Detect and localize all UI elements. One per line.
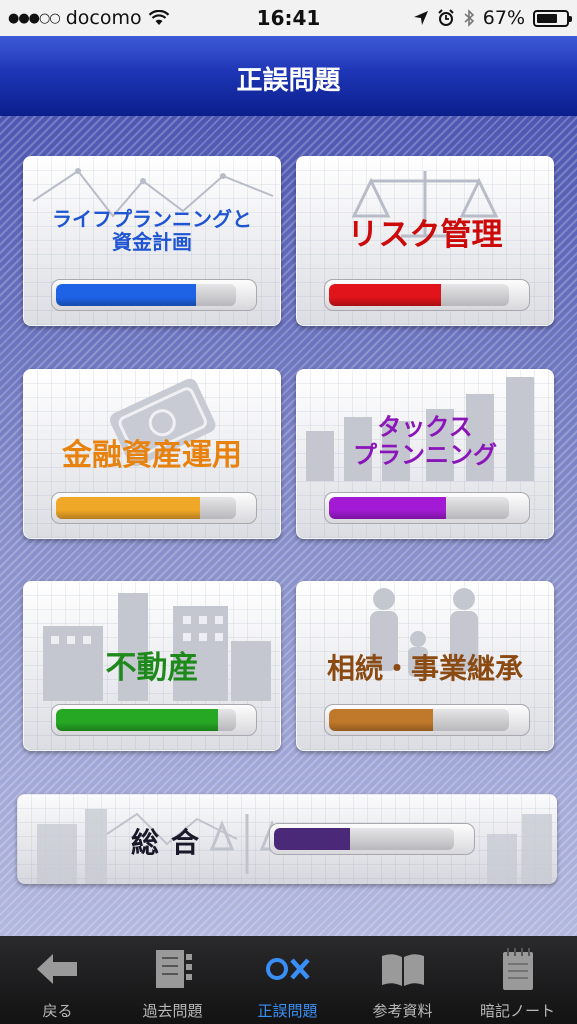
battery-icon [533, 9, 572, 27]
category-label-line1: 相続・事業継承 [326, 652, 523, 685]
category-label: 不動産 [23, 650, 281, 687]
progress-bar [51, 704, 257, 736]
category-card-real-estate[interactable]: 不動産 [23, 581, 281, 751]
tab-bar: 戻る 過去問題 正誤問題 参考資料 暗記ノート [0, 936, 577, 1024]
tab-past-questions[interactable]: 過去問題 [115, 936, 230, 1024]
category-label: ライフプランニングと 資金計画 [23, 208, 281, 254]
progress-fill [329, 709, 434, 731]
tab-label: 過去問題 [142, 1002, 203, 1020]
category-card-risk-management[interactable]: リスク管理 [296, 156, 554, 326]
tab-reference[interactable]: 参考資料 [345, 936, 460, 1024]
progress-bar [51, 279, 257, 311]
progress-fill [56, 284, 197, 306]
tab-label: 正誤問題 [257, 1002, 318, 1020]
category-label-line2: 資金計画 [112, 230, 192, 254]
bluetooth-icon [464, 9, 474, 27]
category-card-financial-assets[interactable]: 金融資産運用 [23, 369, 281, 539]
category-label-line1: 金融資産運用 [62, 438, 242, 473]
tab-label: 参考資料 [372, 1002, 433, 1020]
battery-percent: 67% [482, 7, 525, 29]
overall-progress-bar [269, 823, 475, 855]
overall-card[interactable]: 総合 [17, 794, 557, 884]
progress-fill [56, 709, 218, 731]
tab-true-false[interactable]: 正誤問題 [230, 936, 345, 1024]
category-label-line1: 不動産 [105, 650, 199, 686]
progress-bar [324, 279, 530, 311]
progress-bar [324, 492, 530, 524]
overall-label: 総合 [131, 826, 212, 859]
category-label-line1: ライフプランニングと [52, 207, 252, 231]
category-label-line1: タックス [377, 413, 473, 441]
category-label: タックス プランニング [296, 413, 554, 469]
tab-back[interactable]: 戻る [0, 936, 115, 1024]
tab-label: 戻る [42, 1002, 73, 1020]
category-label: 金融資産運用 [23, 438, 281, 474]
back-arrow-icon [37, 954, 77, 984]
category-menu: ライフプランニングと 資金計画 リスク管理 金融資産運用 タックス プランニング… [0, 116, 577, 936]
progress-bar [324, 704, 530, 736]
category-label-line1: リスク管理 [347, 217, 503, 253]
location-arrow-icon [413, 11, 428, 25]
category-label: 相続・事業継承 [296, 652, 554, 685]
page-title: 正誤問題 [236, 66, 341, 96]
progress-fill [329, 497, 446, 519]
progress-bar [51, 492, 257, 524]
tab-label: 暗記ノート [479, 1002, 555, 1020]
status-bar: ●●●○○ docomo 16:41 67% [0, 0, 577, 36]
notepad-icon [503, 948, 533, 990]
nav-header: 正誤問題 [0, 36, 577, 116]
category-label-line2: プランニング [353, 440, 497, 469]
circle-cross-icon [266, 958, 310, 980]
category-card-inheritance[interactable]: 相続・事業継承 [296, 581, 554, 751]
tab-memo-notes[interactable]: 暗記ノート [460, 936, 575, 1024]
category-card-life-planning[interactable]: ライフプランニングと 資金計画 [23, 156, 281, 326]
progress-fill [329, 284, 441, 306]
overall-progress-fill [274, 828, 350, 850]
open-book-icon [382, 954, 424, 986]
book-list-icon [156, 950, 192, 988]
alarm-icon [438, 9, 454, 26]
category-card-tax-planning[interactable]: タックス プランニング [296, 369, 554, 539]
category-label: リスク管理 [296, 217, 554, 254]
progress-fill [56, 497, 200, 519]
